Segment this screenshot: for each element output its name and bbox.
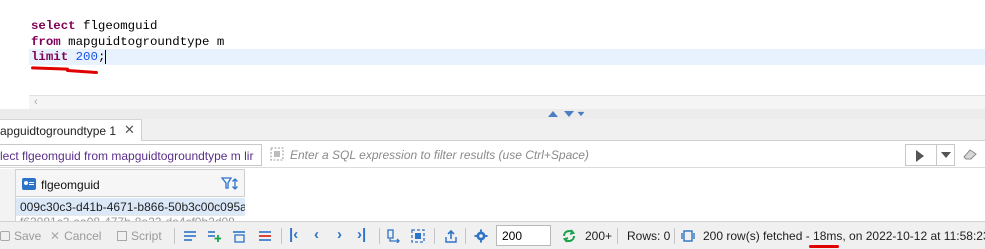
editor-gutter (0, 0, 29, 95)
results-toolbar: Save ✕ Cancel Script |‹ ‹ › ›| 200+ Rows… (0, 221, 985, 249)
save-button[interactable]: Save (0, 222, 41, 249)
sql-editor[interactable]: select flgeomguid from mapguidtogroundty… (0, 0, 985, 95)
save-label: Save (14, 229, 42, 243)
scroll-left-icon[interactable]: ‹ (34, 96, 38, 108)
table-cell[interactable]: 009c30c3-d41b-4671-b866-50b3c00c095a (16, 198, 245, 216)
cancel-icon: ✕ (50, 229, 61, 243)
next-page-icon[interactable]: › (337, 226, 342, 243)
column-type-icon (22, 178, 36, 190)
fetch-size-input[interactable] (496, 225, 551, 246)
row-number-gutter (0, 169, 16, 221)
identifier-table: mapguidtogroundtype m (60, 35, 225, 49)
filter-icon[interactable] (270, 147, 284, 161)
keyword-select: select (31, 19, 76, 33)
script-label: Script (131, 229, 162, 243)
keyword-from: from (31, 35, 61, 49)
refresh-icon[interactable] (561, 228, 577, 244)
delete-row-icon[interactable] (258, 229, 272, 243)
apply-filter-icon[interactable] (916, 150, 924, 162)
filter-history-dropdown[interactable] (936, 145, 955, 165)
code-line-1[interactable]: select flgeomguid (31, 19, 157, 33)
result-tab-bar: apguidtogroundtype 1 ✕ (0, 119, 985, 141)
script-icon (117, 231, 127, 241)
toolbar-separator (379, 228, 380, 244)
current-line-highlight (29, 49, 985, 65)
editor-horizontal-scrollbar[interactable]: ‹ (29, 95, 985, 109)
record-mode-icon[interactable] (411, 229, 425, 243)
chevron-down-icon (941, 152, 951, 158)
fetch-status-suffix: , on 2022-10-12 at 11:58:23 (842, 229, 985, 243)
previous-page-icon[interactable]: ‹ (314, 226, 319, 243)
annotation-underline-duration (809, 245, 839, 248)
text-caret (105, 50, 107, 64)
code-line-2[interactable]: from mapguidtogroundtype m (31, 35, 224, 49)
tab-label: apguidtogroundtype 1 (0, 124, 117, 138)
result-grid: flgeomguid 009c30c3-d41b-4671-b866-50b3c… (0, 169, 985, 223)
toolbar-separator (174, 228, 175, 244)
toolbar-separator (674, 228, 675, 244)
funnel-sort-icon (220, 177, 238, 190)
panel-splitter[interactable] (0, 109, 985, 119)
query-text-field[interactable]: lect flgeomguid from mapguidtogroundtype… (0, 144, 262, 166)
fetch-status: 200 row(s) fetched - 18ms, on 2022-10-12… (703, 229, 985, 243)
eraser-icon[interactable] (962, 148, 978, 160)
cancel-button[interactable]: ✕ Cancel (50, 222, 101, 249)
query-text: lect flgeomguid from mapguidtogroundtype… (0, 149, 254, 163)
sort-filter-icon[interactable] (220, 176, 241, 192)
fetch-duration: 18ms (813, 229, 843, 243)
toolbar-separator (281, 228, 282, 244)
toolbar-separator (617, 228, 618, 244)
keyword-limit: limit (31, 50, 69, 64)
column-name: flgeomguid (41, 178, 100, 192)
close-icon[interactable]: ✕ (124, 122, 135, 138)
export-icon[interactable] (444, 229, 458, 243)
identifier-column: flgeomguid (75, 19, 158, 33)
last-page-icon[interactable]: ›| (357, 226, 366, 243)
fetch-status-prefix: 200 row(s) fetched - (703, 229, 814, 243)
maximize-results-icon[interactable] (564, 111, 574, 117)
first-page-icon[interactable]: |‹ (289, 226, 298, 243)
gear-icon[interactable] (474, 229, 488, 243)
filter-expression-input[interactable] (290, 144, 905, 166)
cancel-label: Cancel (64, 229, 102, 243)
save-icon (0, 231, 10, 241)
maximize-editor-icon[interactable] (548, 111, 558, 117)
panel-icon[interactable] (681, 229, 695, 243)
filter-bar: lect flgeomguid from mapguidtogroundtype… (0, 142, 985, 168)
script-button[interactable]: Script (117, 222, 162, 249)
edit-row-icon[interactable] (183, 229, 197, 243)
splitter-arrows[interactable] (548, 110, 588, 118)
toggle-panels-icon[interactable] (387, 229, 401, 243)
tab-result-1[interactable]: apguidtogroundtype 1 ✕ (0, 119, 142, 141)
add-row-icon[interactable] (207, 229, 221, 243)
column-header-flgeomguid[interactable]: flgeomguid (16, 169, 245, 197)
toolbar-separator (465, 228, 466, 244)
filter-actions (905, 144, 955, 166)
rows-count: Rows: 0 (627, 229, 671, 243)
toolbar-separator (434, 228, 435, 244)
limit-value: 200 (75, 50, 98, 64)
fetch-more-button[interactable]: 200+ (585, 229, 612, 243)
restore-panels-icon[interactable] (577, 111, 585, 117)
statement-terminator: ; (97, 50, 106, 64)
annotation-underline (30, 66, 70, 71)
annotation-underline-tail (65, 68, 99, 75)
copy-row-icon[interactable] (232, 229, 246, 243)
code-line-3[interactable]: limit 200; (31, 50, 107, 64)
